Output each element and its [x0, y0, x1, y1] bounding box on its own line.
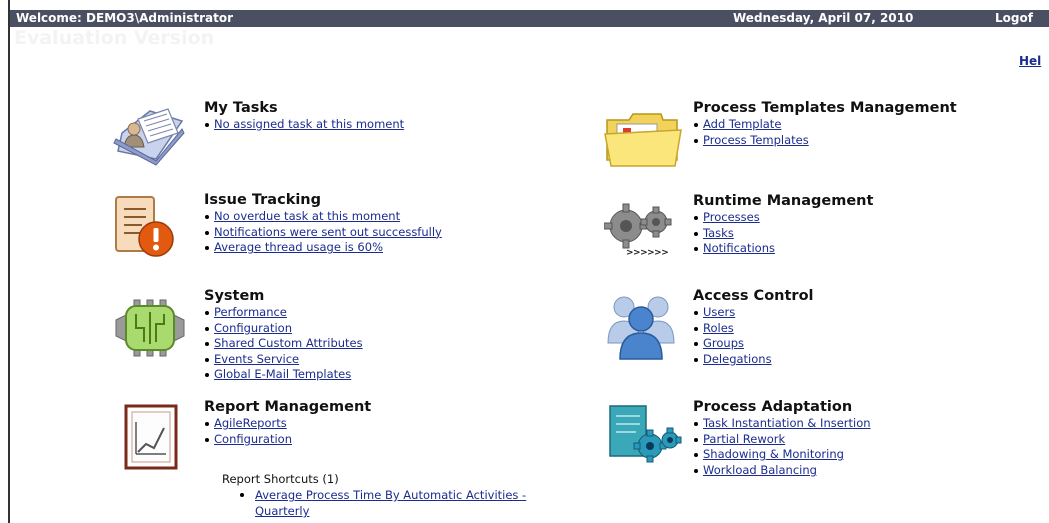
adaptation-link-shadowing[interactable]: Shadowing & Monitoring	[703, 447, 844, 461]
issue-tracking-link-notifications[interactable]: Notifications were sent out successfully	[214, 225, 442, 239]
my-tasks-section: My Tasks No assigned task at this moment	[204, 100, 404, 133]
welcome-text: Welcome: DEMO3\Administrator	[16, 11, 234, 25]
evaluation-watermark: Evaluation Version	[14, 27, 215, 49]
section-title: Report Management	[204, 399, 372, 415]
access-control-section: Access Control Users Roles Groups Delega…	[693, 288, 814, 367]
access-link-groups[interactable]: Groups	[703, 336, 744, 350]
section-title: Runtime Management	[693, 193, 874, 209]
list-item: Events Service	[204, 352, 363, 368]
access-link-roles[interactable]: Roles	[703, 321, 734, 335]
list-item: Process Templates	[693, 133, 957, 149]
adaptation-link-workload[interactable]: Workload Balancing	[703, 463, 817, 477]
list-item: Shadowing & Monitoring	[693, 447, 871, 463]
list-item: No assigned task at this moment	[204, 117, 404, 133]
section-title: Access Control	[693, 288, 814, 304]
top-bar: Welcome: DEMO3\Administrator Wednesday, …	[10, 10, 1049, 27]
report-shortcut-link[interactable]: Average Process Time By Automatic Activi…	[240, 487, 530, 519]
runtime-link-tasks[interactable]: Tasks	[703, 226, 734, 240]
issue-tracking-link-thread-usage[interactable]: Average thread usage is 60%	[214, 240, 383, 254]
logoff-link[interactable]: Logof	[995, 10, 1033, 27]
list-item: Task Instantiation & Insertion	[693, 416, 871, 432]
system-link-configuration[interactable]: Configuration	[214, 321, 292, 335]
process-templates-link[interactable]: Process Templates	[703, 133, 809, 147]
section-title: My Tasks	[204, 100, 278, 116]
list-item: Notifications	[693, 241, 873, 257]
section-title: System	[204, 288, 265, 304]
adaptation-gear-icon[interactable]	[606, 404, 682, 468]
report-shortcut-item: Average Process Time By Automatic Activi…	[240, 487, 530, 519]
tasks-folder-icon[interactable]	[112, 103, 188, 171]
section-title: Process Templates Management	[693, 100, 957, 116]
system-link-performance[interactable]: Performance	[214, 305, 287, 319]
access-link-delegations[interactable]: Delegations	[703, 352, 772, 366]
issue-tracking-link-overdue[interactable]: No overdue task at this moment	[214, 209, 400, 223]
list-item: Workload Balancing	[693, 463, 871, 479]
help-link[interactable]: Hel	[1019, 54, 1041, 68]
adaptation-link-partial-rework[interactable]: Partial Rework	[703, 432, 785, 446]
system-link-events-service[interactable]: Events Service	[214, 352, 299, 366]
list-item: Configuration	[204, 321, 363, 337]
list-item: Average thread usage is 60%	[204, 240, 442, 256]
report-link-configuration[interactable]: Configuration	[214, 432, 292, 446]
report-chart-icon[interactable]	[124, 404, 178, 474]
system-section: System Performance Configuration Shared …	[204, 288, 363, 383]
list-item: AgileReports	[204, 416, 371, 432]
runtime-link-processes[interactable]: Processes	[703, 210, 760, 224]
list-item: Roles	[693, 321, 814, 337]
list-item: Configuration	[204, 432, 371, 448]
list-item: Tasks	[693, 226, 873, 242]
system-chip-icon[interactable]	[114, 298, 186, 362]
system-link-email-templates[interactable]: Global E-Mail Templates	[214, 367, 351, 381]
current-date: Wednesday, April 07, 2010	[733, 11, 914, 25]
runtime-link-notifications[interactable]: Notifications	[703, 241, 775, 255]
users-group-icon[interactable]	[606, 293, 676, 365]
runtime-gears-icon[interactable]: >>>>>>	[603, 200, 680, 268]
list-item: Notifications were sent out successfully	[204, 225, 442, 241]
runtime-icon-caption: >>>>>>	[626, 248, 669, 258]
list-item: Add Template	[693, 117, 957, 133]
section-title: Process Adaptation	[693, 399, 853, 415]
section-title: Issue Tracking	[204, 192, 322, 208]
report-shortcuts-title: Report Shortcuts (1)	[222, 472, 339, 486]
list-item: Shared Custom Attributes	[204, 336, 363, 352]
my-tasks-link[interactable]: No assigned task at this moment	[214, 117, 404, 131]
templates-folder-icon[interactable]	[603, 110, 683, 172]
issue-tracking-section: Issue Tracking No overdue task at this m…	[204, 192, 442, 256]
process-templates-section: Process Templates Management Add Templat…	[693, 100, 957, 148]
list-item: Processes	[693, 210, 873, 226]
list-item: Groups	[693, 336, 814, 352]
report-management-section: Report Management AgileReports Configura…	[204, 399, 371, 447]
process-adaptation-section: Process Adaptation Task Instantiation & …	[693, 399, 871, 478]
runtime-management-section: Runtime Management Processes Tasks Notif…	[693, 193, 873, 257]
list-item: Global E-Mail Templates	[204, 367, 363, 383]
add-template-link[interactable]: Add Template	[703, 117, 781, 131]
issue-alert-icon[interactable]	[112, 195, 174, 265]
left-frame-border	[0, 0, 11, 523]
list-item: Delegations	[693, 352, 814, 368]
list-item: No overdue task at this moment	[204, 209, 442, 225]
list-item: Users	[693, 305, 814, 321]
list-item: Partial Rework	[693, 432, 871, 448]
access-link-users[interactable]: Users	[703, 305, 735, 319]
adaptation-link-task-instantiation[interactable]: Task Instantiation & Insertion	[703, 416, 871, 430]
report-link-agilereports[interactable]: AgileReports	[214, 416, 287, 430]
system-link-shared-custom-attributes[interactable]: Shared Custom Attributes	[214, 336, 363, 350]
list-item: Performance	[204, 305, 363, 321]
